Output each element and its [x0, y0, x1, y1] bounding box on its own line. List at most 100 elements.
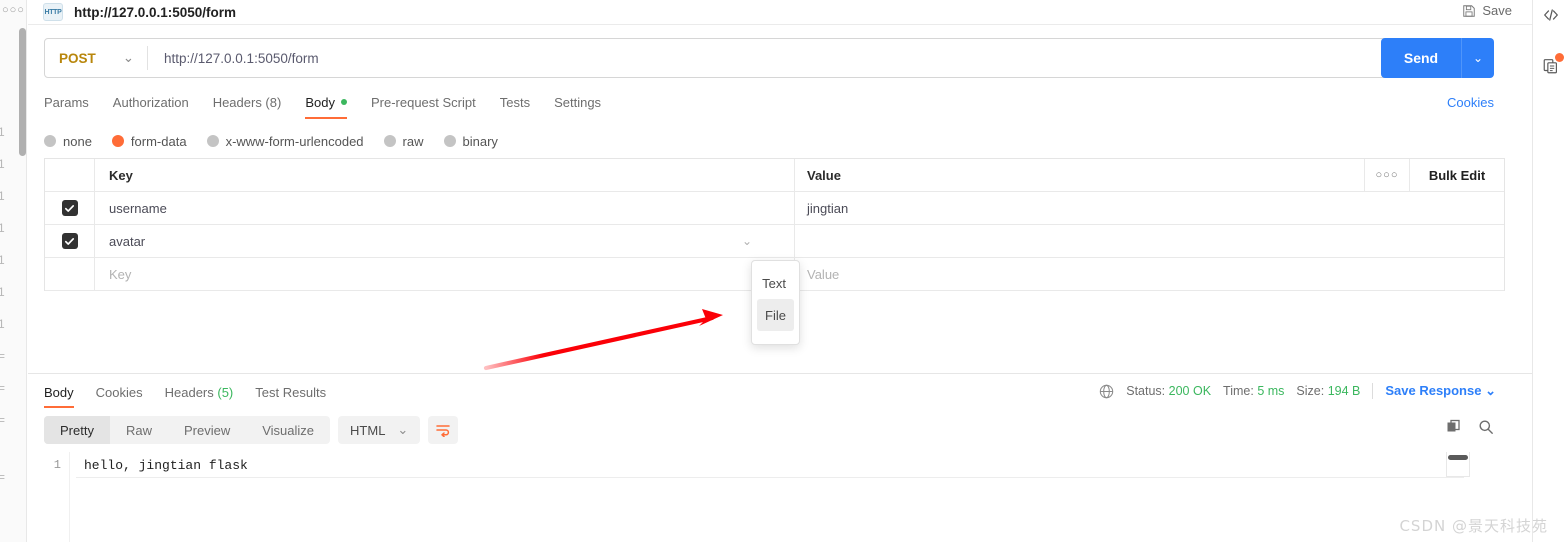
tab-tests[interactable]: Tests — [488, 95, 542, 119]
row-key-cell[interactable]: avatar ⌄ — [95, 225, 795, 257]
search-button[interactable] — [1478, 419, 1494, 435]
tab-tests-label: Tests — [499, 95, 531, 110]
row-value-text: jingtian — [807, 200, 849, 216]
method-selector[interactable]: POST ⌄ — [45, 39, 147, 77]
left-sidebar-rail: ○○○ 1 1 1 1 1 1 1 = = = = — [0, 0, 27, 542]
tab-params[interactable]: Params — [44, 95, 101, 119]
body-type-binary[interactable]: binary — [443, 133, 498, 149]
main-panel: HTTP http://127.0.0.1:5050/form Save POS… — [28, 0, 1532, 542]
send-button-group: Send ⌄ — [1381, 38, 1494, 78]
globe-icon — [1100, 384, 1114, 398]
sidebar-scrollbar[interactable] — [19, 28, 26, 156]
tab-headers[interactable]: Headers (8) — [201, 95, 294, 119]
http-protocol-icon: HTTP — [43, 3, 63, 21]
row-key-cell[interactable]: username — [95, 192, 795, 224]
code-horizontal-scrollbar[interactable] — [1448, 455, 1468, 460]
response-body-text[interactable]: hello, jingtian flask — [84, 458, 248, 473]
row-spacer-dots — [1364, 225, 1410, 257]
url-input[interactable] — [148, 39, 1404, 77]
row-checkbox[interactable] — [62, 266, 78, 282]
body-type-x-www-form-urlencoded[interactable]: x-www-form-urlencoded — [206, 133, 364, 149]
body-type-raw[interactable]: raw — [383, 133, 424, 149]
row-value-cell[interactable] — [795, 225, 1364, 257]
view-visualize-button[interactable]: Visualize — [246, 416, 330, 444]
send-button[interactable]: Send — [1381, 38, 1461, 78]
status-label: Status: — [1126, 384, 1166, 398]
body-type-none[interactable]: none — [44, 134, 92, 149]
bulk-edit-button[interactable]: Bulk Edit — [1410, 159, 1504, 191]
row-checkbox[interactable] — [61, 200, 78, 216]
tab-params-label: Params — [44, 95, 89, 110]
code-line-underline — [76, 477, 1464, 478]
chevron-down-icon: ⌄ — [1485, 383, 1496, 398]
wrap-lines-button[interactable] — [428, 416, 459, 444]
request-section-tabs: Params Authorization Headers (8) Body Pr… — [28, 87, 1532, 119]
dropdown-item-text[interactable]: Text — [757, 267, 794, 299]
format-selector[interactable]: HTML ⌄ — [338, 416, 421, 444]
sidebar-ghost-item: 1 — [0, 253, 5, 267]
response-tab-cookies-label: Cookies — [95, 385, 143, 400]
save-response-button[interactable]: Save Response ⌄ — [1385, 383, 1496, 399]
body-type-form-data[interactable]: form-data — [111, 134, 187, 149]
size-value: 194 B — [1327, 384, 1361, 398]
sidebar-ghost-item: 1 — [0, 285, 5, 299]
tab-body-label: Body — [305, 95, 335, 110]
response-tab-body[interactable]: Body — [44, 385, 85, 408]
response-meta: Status: 200 OK Time: 5 ms Size: 194 B Sa… — [1099, 383, 1496, 399]
url-row: POST ⌄ Send ⌄ — [28, 25, 1532, 87]
table-options-button[interactable]: ○○○ — [1364, 159, 1410, 191]
row-spacer-dots — [1364, 258, 1410, 290]
body-type-raw-label: raw — [402, 133, 424, 149]
row-key-placeholder: Key — [109, 266, 132, 282]
code-snippet-button[interactable] — [1542, 6, 1560, 29]
right-sidebar-rail — [1532, 0, 1568, 542]
tab-body[interactable]: Body — [293, 95, 359, 119]
url-bar: POST ⌄ — [44, 38, 1405, 78]
notification-badge — [1554, 53, 1564, 62]
tab-authorization[interactable]: Authorization — [101, 95, 201, 119]
view-raw-button[interactable]: Raw — [110, 416, 168, 444]
row-checkbox[interactable] — [61, 233, 78, 249]
row-key-text: username — [109, 200, 167, 216]
cookies-link[interactable]: Cookies — [1447, 95, 1494, 110]
header-key-label: Key — [109, 167, 133, 183]
table-row: avatar ⌄ — [45, 225, 1504, 258]
status-group: Status: 200 OK — [1126, 384, 1211, 398]
check-icon — [64, 204, 75, 212]
tab-pre-request-script[interactable]: Pre-request Script — [359, 95, 488, 119]
table-header-row: Key Value ○○○ Bulk Edit — [45, 159, 1504, 192]
body-modified-dot-icon — [340, 99, 347, 105]
row-checkbox-cell — [45, 225, 95, 257]
response-headers-count: (5) — [217, 385, 234, 400]
view-preview-button[interactable]: Preview — [168, 416, 246, 444]
size-group: Size: 194 B — [1296, 384, 1360, 398]
request-tab-title[interactable]: http://127.0.0.1:5050/form — [74, 5, 236, 20]
dropdown-item-file[interactable]: File — [757, 299, 794, 331]
copy-button[interactable] — [1446, 419, 1462, 435]
save-button[interactable]: Save — [1462, 3, 1512, 18]
documentation-button[interactable] — [1542, 53, 1564, 80]
check-icon — [64, 237, 75, 245]
request-tab-strip: HTTP http://127.0.0.1:5050/form Save — [28, 0, 1532, 25]
sidebar-menu-dots[interactable]: ○○○ — [2, 5, 25, 16]
header-checkbox-cell — [45, 159, 95, 191]
row-checkbox-cell — [45, 258, 95, 290]
view-pretty-button[interactable]: Pretty — [44, 416, 110, 444]
body-type-binary-label: binary — [462, 133, 498, 149]
sidebar-ghost-item: = — [0, 349, 5, 363]
response-tab-headers[interactable]: Headers (5) — [154, 385, 245, 408]
row-type-chevron-down-icon[interactable]: ⌄ — [742, 234, 752, 248]
tab-authorization-label: Authorization — [112, 95, 189, 110]
tab-headers-label: Headers (8) — [212, 95, 282, 110]
send-options-button[interactable]: ⌄ — [1461, 38, 1494, 78]
response-tab-test-results[interactable]: Test Results — [244, 385, 337, 408]
response-tab-cookies[interactable]: Cookies — [85, 385, 154, 408]
body-type-urlencoded-label: x-www-form-urlencoded — [225, 133, 364, 149]
response-body-editor: 1 hello, jingtian flask — [28, 452, 1532, 542]
chevron-down-icon: ⌄ — [397, 422, 409, 437]
row-key-cell[interactable]: Key — [95, 258, 795, 290]
tab-settings[interactable]: Settings — [542, 95, 613, 119]
row-spacer-bulk — [1410, 225, 1504, 257]
row-value-cell[interactable]: Value — [795, 258, 1364, 290]
row-value-cell[interactable]: jingtian — [795, 192, 1364, 224]
